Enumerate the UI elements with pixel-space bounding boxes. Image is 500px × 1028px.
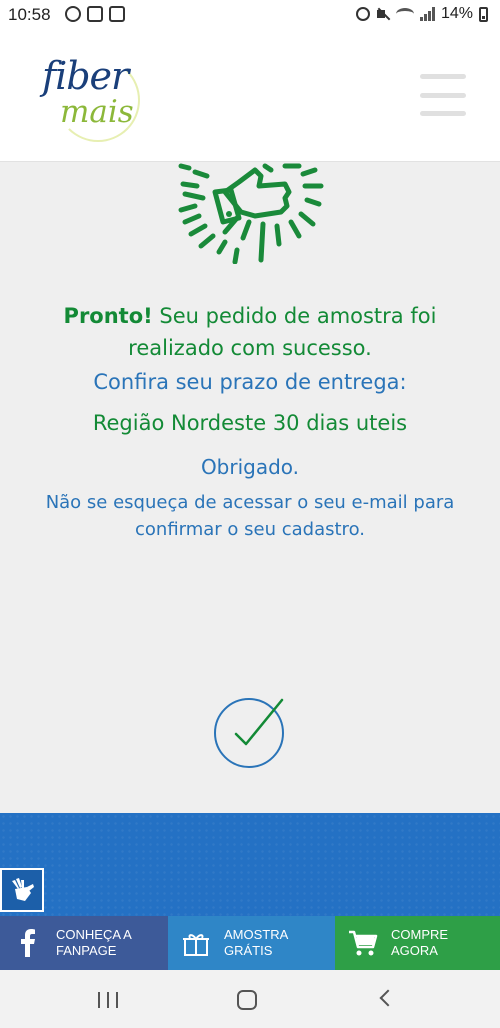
android-nav-bar bbox=[0, 970, 500, 1028]
sign-language-icon[interactable] bbox=[0, 868, 44, 912]
thumbs-up-icon bbox=[178, 163, 324, 264]
battery-percent: 14% bbox=[440, 5, 473, 22]
notification-icons bbox=[65, 6, 125, 22]
delivery-prompt: Confira seu prazo de entrega: bbox=[93, 370, 407, 394]
alarm-icon bbox=[355, 7, 370, 21]
success-check-icon bbox=[214, 698, 284, 768]
facebook-icon bbox=[0, 929, 56, 957]
system-icons: 14% bbox=[355, 5, 488, 23]
thanks-text: Obrigado. bbox=[200, 455, 300, 479]
recent-apps-icon[interactable] bbox=[98, 992, 118, 1008]
buy-now-button[interactable]: COMPRE AGORA bbox=[335, 916, 500, 970]
signal-icon bbox=[419, 7, 435, 21]
gift-icon bbox=[168, 929, 224, 957]
delivery-region-time: Região Nordeste 30 dias uteis bbox=[92, 411, 408, 435]
fanpage-label: CONHEÇA A FANPAGE bbox=[56, 927, 132, 958]
email-reminder-line1: Não se esqueça de acessar o seu e-mail p… bbox=[45, 492, 455, 513]
status-time: 10:58 bbox=[8, 5, 51, 24]
fiber-mais-logo[interactable]: fiber mais bbox=[36, 50, 146, 150]
success-message-text: Seu pedido de amostra foi bbox=[152, 304, 437, 328]
free-sample-button[interactable]: AMOSTRA GRÁTIS bbox=[168, 916, 335, 970]
mute-icon bbox=[376, 7, 390, 21]
battery-icon bbox=[479, 6, 488, 22]
footer-action-bar: CONHEÇA A FANPAGE AMOSTRA GRÁTIS COMPRE … bbox=[0, 916, 500, 970]
home-icon[interactable] bbox=[237, 990, 257, 1010]
whatsapp-icon bbox=[65, 6, 81, 22]
back-icon[interactable] bbox=[379, 989, 397, 1007]
email-reminder-line2: confirmar o seu cadastro. bbox=[135, 519, 365, 540]
vpn-icon bbox=[109, 6, 125, 22]
logo-text-mais: mais bbox=[60, 94, 134, 130]
cart-icon bbox=[335, 929, 391, 957]
success-message-line1: Pronto! Seu pedido de amostra foi bbox=[0, 304, 500, 328]
hamburger-menu-icon[interactable] bbox=[420, 74, 466, 116]
free-sample-label: AMOSTRA GRÁTIS bbox=[224, 927, 289, 958]
wifi-icon bbox=[395, 8, 414, 20]
logo-text-fiber: fiber bbox=[42, 54, 129, 98]
fanpage-button[interactable]: CONHEÇA A FANPAGE bbox=[0, 916, 168, 970]
buy-now-label: COMPRE AGORA bbox=[391, 927, 449, 958]
mail-icon bbox=[87, 6, 103, 22]
footer-banner bbox=[0, 813, 500, 916]
status-bar: 10:58 14% bbox=[0, 0, 500, 30]
success-message-line2: realizado com sucesso. bbox=[128, 336, 372, 360]
success-message-strong: Pronto! bbox=[63, 304, 153, 328]
site-header: fiber mais bbox=[0, 30, 500, 162]
